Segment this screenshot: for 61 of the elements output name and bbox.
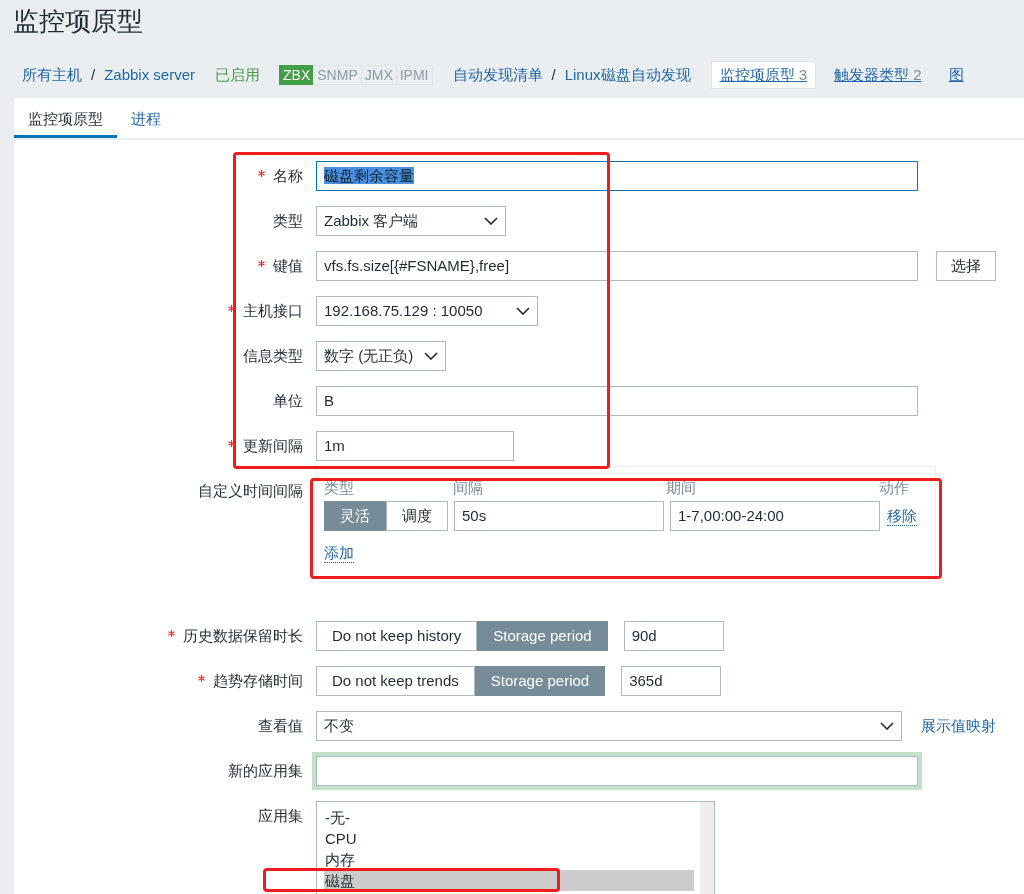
column-header: 类型 — [324, 478, 355, 498]
availability-badge: JMX — [360, 65, 397, 85]
breadcrumb-separator: / — [91, 64, 96, 85]
availability-badge: IPMI — [395, 65, 433, 85]
field-label: 键值 — [14, 251, 303, 281]
chevron-down-icon — [424, 352, 438, 360]
breadcrumb-link[interactable]: Zabbix server — [104, 63, 196, 87]
application-listbox[interactable]: -无- CPU 内存 磁盘 — [316, 801, 715, 894]
storage-toggle[interactable]: Do not keep history — [316, 621, 478, 651]
list-option[interactable]: CPU — [324, 828, 694, 849]
text-field[interactable]: vfs.fs.size[{#FSNAME},free] — [316, 251, 918, 281]
storage-toggle[interactable]: Do not keep trends — [316, 666, 475, 696]
dropdown[interactable]: 数字 (无正负) — [316, 341, 446, 371]
column-header: 动作 — [878, 478, 910, 498]
form-tab[interactable]: 监控项原型 — [14, 98, 117, 138]
dropdown[interactable]: 192.168.75.129 : 10050 — [316, 296, 538, 326]
text-field[interactable]: 1m — [316, 431, 514, 461]
chevron-down-icon — [516, 307, 530, 315]
field-label: 更新间隔 — [14, 431, 303, 461]
breadcrumb-link[interactable]: 所有主机 — [22, 63, 82, 87]
text-field[interactable]: B — [316, 386, 918, 416]
breadcrumb-link[interactable]: 自动发现清单 — [452, 63, 543, 87]
nav-tab[interactable]: 监控项原型 3 — [710, 60, 817, 90]
availability-badge: ZBX — [279, 65, 315, 85]
mode-toggle[interactable]: 调度 — [386, 501, 448, 531]
breadcrumb-separator: / — [551, 64, 556, 85]
field-label: 趋势存储时间 — [14, 666, 303, 696]
text-field[interactable]: 磁盘剩余容量 — [316, 161, 918, 191]
period-field[interactable]: 90d — [623, 621, 724, 651]
value-mapping-link[interactable]: 展示值映射 — [921, 711, 996, 741]
field-label: 信息类型 — [242, 346, 303, 366]
chevron-down-icon — [484, 217, 498, 225]
field-label: 类型 — [272, 211, 303, 231]
interval-field[interactable]: 50s — [454, 501, 664, 531]
field-label: 主机接口 — [14, 296, 303, 326]
nav-tab[interactable]: 触发器类型 2 — [825, 60, 931, 90]
field-label: 查看值 — [257, 716, 303, 736]
field-label: 单位 — [272, 391, 303, 411]
field-label: 应用集 — [257, 806, 303, 826]
nav-tab[interactable]: 图 — [939, 60, 973, 90]
list-option[interactable]: 内存 — [324, 849, 694, 870]
field-label: 名称 — [14, 161, 303, 191]
period-field[interactable]: 1-7,00:00-24:00 — [670, 501, 880, 531]
select-button[interactable]: 选择 — [936, 251, 996, 281]
breadcrumb-link[interactable]: Linux磁盘自动发现 — [564, 63, 691, 87]
add-link[interactable]: 添加 — [324, 544, 354, 563]
remove-link[interactable]: 移除 — [887, 506, 917, 526]
column-header: 期间 — [666, 478, 698, 498]
field-label: 自定义时间间隔 — [197, 481, 303, 501]
form-tab[interactable]: 进程 — [117, 98, 175, 138]
list-option[interactable]: -无- — [324, 807, 694, 828]
availability-badge: SNMP — [313, 65, 362, 85]
page-title: 监控项原型 — [12, 5, 144, 38]
field-label: 新的应用集 — [227, 761, 303, 781]
dropdown[interactable]: 不变 — [316, 711, 902, 741]
column-header: 间隔 — [453, 478, 485, 498]
dropdown[interactable]: Zabbix 客户端 — [316, 206, 506, 236]
field-label: 历史数据保留时长 — [14, 621, 303, 651]
status-label: 已启用 — [215, 64, 261, 85]
chevron-down-icon — [880, 722, 894, 730]
period-field[interactable]: 365d — [621, 666, 722, 696]
